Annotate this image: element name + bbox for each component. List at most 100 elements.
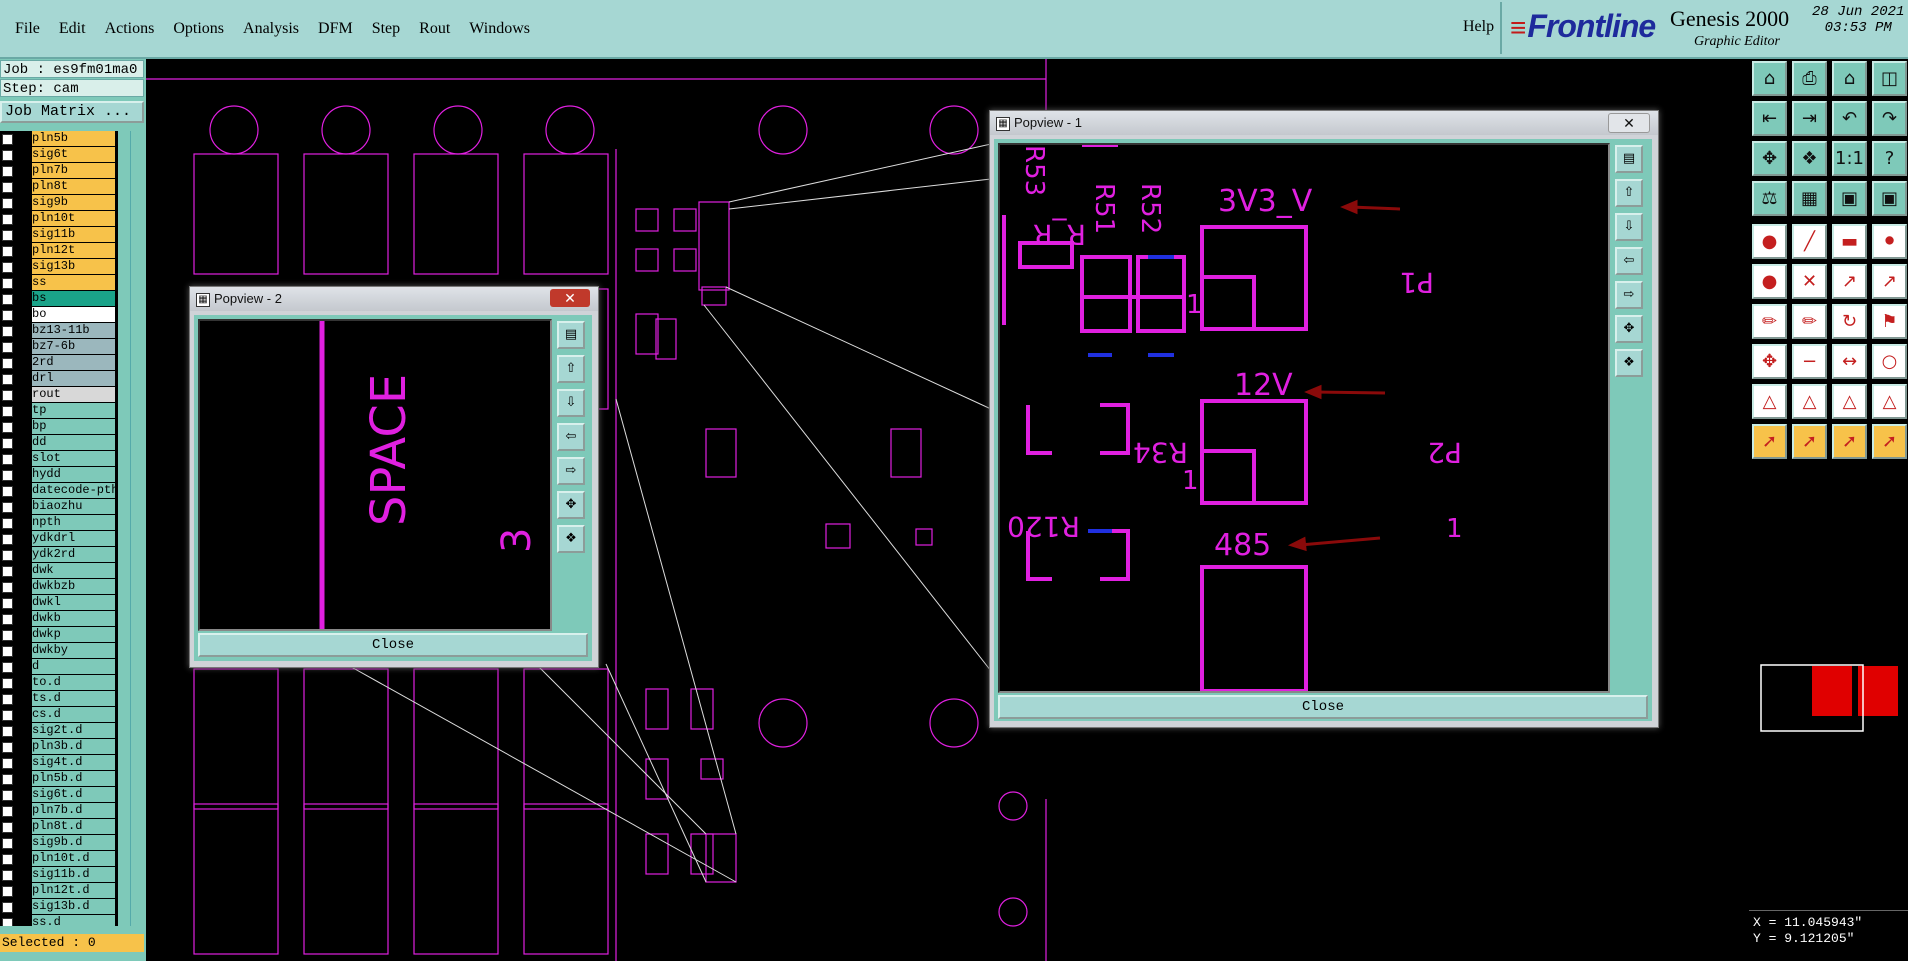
layer-row[interactable]: hydd: [0, 467, 118, 482]
draw2-icon[interactable]: ✏: [1792, 304, 1827, 339]
pointer-icon[interactable]: ➚: [1752, 424, 1787, 459]
layer-row[interactable]: pln10t.d: [0, 851, 118, 866]
menu-step[interactable]: Step: [368, 20, 404, 38]
layer-checkbox[interactable]: [2, 662, 13, 673]
line-icon[interactable]: ╱: [1792, 224, 1827, 259]
menu-options[interactable]: Options: [169, 20, 228, 38]
layer-row[interactable]: pln7b.d: [0, 803, 118, 818]
layer-name[interactable]: pln10t: [32, 211, 115, 226]
popview-1-titlebar[interactable]: ▦ Popview - 1: [990, 111, 1658, 135]
close-icon[interactable]: ✕: [1608, 113, 1650, 133]
layer-row[interactable]: bs: [0, 291, 118, 306]
layer-name[interactable]: drl: [32, 371, 115, 386]
minus-icon[interactable]: −: [1792, 344, 1827, 379]
layer-name[interactable]: dwkbzb: [32, 579, 115, 594]
layer-name[interactable]: sig6t: [32, 147, 115, 162]
popview-1-view[interactable]: 3V3_V 12V 485 P1 P2 R34 R120 R51 R52 R53…: [998, 143, 1610, 693]
rotate-icon[interactable]: ↻: [1832, 304, 1867, 339]
layer-name[interactable]: 2rd: [32, 355, 115, 370]
layer-name[interactable]: pln7b.d: [32, 803, 115, 818]
layer-name[interactable]: pln3b.d: [32, 739, 115, 754]
layer-checkbox[interactable]: [2, 838, 13, 849]
layer-row[interactable]: sig6t.d: [0, 787, 118, 802]
layer-checkbox[interactable]: [2, 502, 13, 513]
group-icon[interactable]: ○: [1872, 344, 1907, 379]
layer-name[interactable]: to.d: [32, 675, 115, 690]
layer-checkbox[interactable]: [2, 886, 13, 897]
layer-checkbox[interactable]: [2, 822, 13, 833]
popview-1-close-button[interactable]: Close: [998, 695, 1648, 719]
redo-icon[interactable]: ↷: [1872, 101, 1907, 136]
layer-row[interactable]: sig2t.d: [0, 723, 118, 738]
layer-name[interactable]: rout: [32, 387, 115, 402]
layer-checkbox[interactable]: [2, 806, 13, 817]
route-icon[interactable]: ↗: [1832, 264, 1867, 299]
layer-name[interactable]: sig6t.d: [32, 787, 115, 802]
layer-checkbox[interactable]: [2, 342, 13, 353]
layer-checkbox[interactable]: [2, 630, 13, 641]
layer-row[interactable]: dwk: [0, 563, 118, 578]
connect-icon[interactable]: ●: [1752, 264, 1787, 299]
layer-name[interactable]: sig11b.d: [32, 867, 115, 882]
layer-checkbox[interactable]: [2, 374, 13, 385]
layer-name[interactable]: ts.d: [32, 691, 115, 706]
layer-name[interactable]: dwkby: [32, 643, 115, 658]
layer-checkbox[interactable]: [2, 726, 13, 737]
layer-name[interactable]: bo: [32, 307, 115, 322]
layout-icon[interactable]: ◫: [1872, 61, 1907, 96]
layer-name[interactable]: cs.d: [32, 707, 115, 722]
layer-name[interactable]: tp: [32, 403, 115, 418]
layer-name[interactable]: dwkl: [32, 595, 115, 610]
layer-name[interactable]: sig9b: [32, 195, 115, 210]
help-icon[interactable]: ?: [1872, 141, 1907, 176]
layer-row[interactable]: dwkby: [0, 643, 118, 658]
import-icon[interactable]: ⇤: [1752, 101, 1787, 136]
layer-row[interactable]: dwkp: [0, 627, 118, 642]
snap-alt-icon[interactable]: ▣: [1872, 181, 1907, 216]
tri2-icon[interactable]: △: [1792, 384, 1827, 419]
layer-checkbox[interactable]: [2, 614, 13, 625]
layer-checkbox[interactable]: [2, 278, 13, 289]
layer-name[interactable]: d: [32, 659, 115, 674]
layer-row[interactable]: ydkdrl: [0, 531, 118, 546]
triangle-icon[interactable]: △: [1752, 384, 1787, 419]
layer-checkbox[interactable]: [2, 534, 13, 545]
job-matrix-button[interactable]: Job Matrix ...: [0, 101, 144, 123]
layer-name[interactable]: dwk: [32, 563, 115, 578]
layer-row[interactable]: ss: [0, 275, 118, 290]
tri4-icon[interactable]: △: [1872, 384, 1907, 419]
layer-name[interactable]: sig9b.d: [32, 835, 115, 850]
layer-checkbox[interactable]: [2, 566, 13, 577]
center-view-icon[interactable]: ❖: [557, 525, 585, 553]
fit-view-icon[interactable]: ✥: [557, 491, 585, 519]
layer-row[interactable]: pln10t: [0, 211, 118, 226]
layer-checkbox[interactable]: [2, 182, 13, 193]
layer-row[interactable]: to.d: [0, 675, 118, 690]
measure-icon[interactable]: ⚖: [1752, 181, 1787, 216]
layer-checkbox[interactable]: [2, 678, 13, 689]
layer-name[interactable]: pln12t.d: [32, 883, 115, 898]
layer-row[interactable]: pln8t.d: [0, 819, 118, 834]
popview-2-window[interactable]: ▦ Popview - 2 ✕ SPACE 3 ▤ ⇧ ⇩ ⇦ ⇨ ✥ ❖ Clo…: [189, 286, 599, 668]
minimap[interactable]: [1760, 662, 1905, 734]
snap-icon[interactable]: ▣: [1832, 181, 1867, 216]
zoom-home-icon[interactable]: ▤: [557, 321, 585, 349]
layer-row[interactable]: pln12t: [0, 243, 118, 258]
layer-name[interactable]: pln5b: [32, 131, 115, 146]
layer-row[interactable]: ss.d: [0, 915, 118, 926]
layer-row[interactable]: pln12t.d: [0, 883, 118, 898]
scale-icon[interactable]: 1:1: [1832, 141, 1867, 176]
layer-checkbox[interactable]: [2, 646, 13, 657]
layer-row[interactable]: ydk2rd: [0, 547, 118, 562]
zoom-icon[interactable]: ❖: [1792, 141, 1827, 176]
layer-checkbox[interactable]: [2, 454, 13, 465]
layer-row[interactable]: sig11b: [0, 227, 118, 242]
layer-row[interactable]: biaozhu: [0, 499, 118, 514]
fit-icon[interactable]: ✥: [1752, 141, 1787, 176]
menu-actions[interactable]: Actions: [101, 20, 159, 38]
layer-checkbox[interactable]: [2, 294, 13, 305]
popview-2-view[interactable]: SPACE 3: [198, 319, 552, 631]
menu-windows[interactable]: Windows: [465, 20, 534, 38]
layer-checkbox[interactable]: [2, 134, 13, 145]
layer-name[interactable]: hydd: [32, 467, 115, 482]
